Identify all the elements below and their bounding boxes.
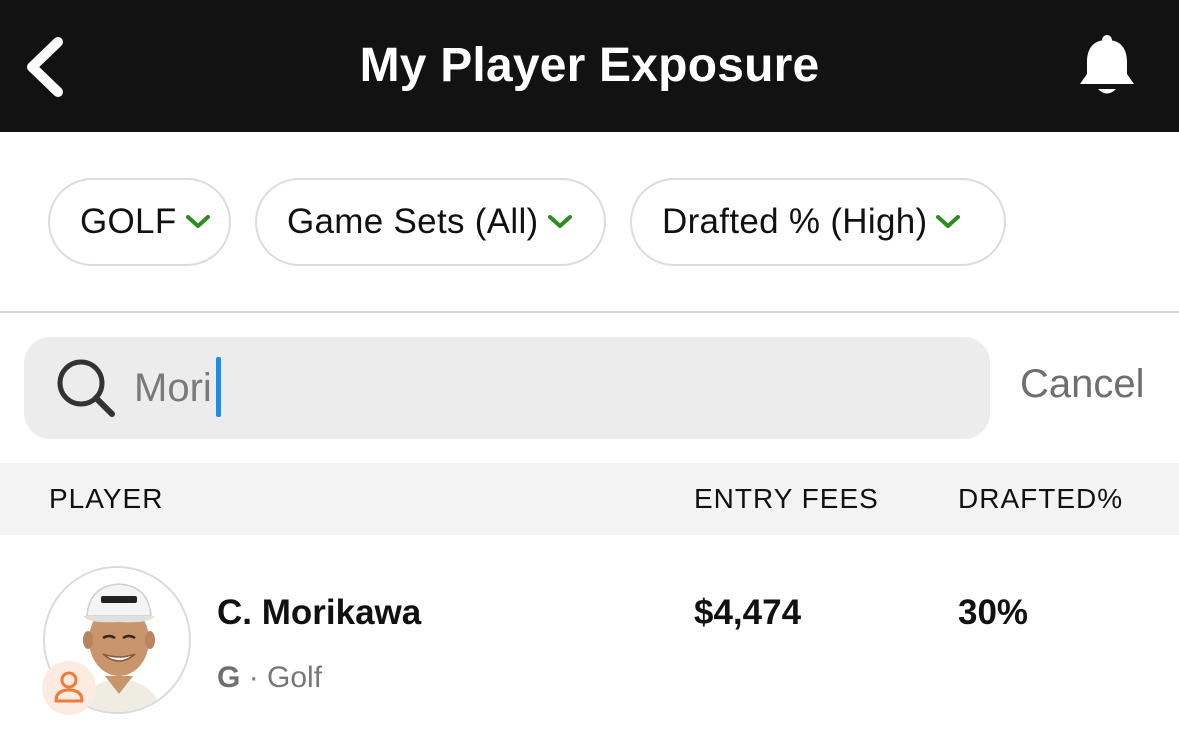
meta-separator: ·: [248, 661, 259, 694]
player-position: G: [217, 661, 241, 694]
section-divider: [0, 311, 1179, 313]
chevron-down-icon: [185, 215, 210, 228]
person-icon: [54, 671, 84, 703]
text-cursor: [216, 357, 221, 417]
sort-dropdown[interactable]: Drafted % (High): [630, 178, 1006, 266]
game-sets-filter-label: Game Sets (All): [287, 202, 539, 241]
table-header: PLAYER ENTRY FEES DRAFTED%: [0, 463, 1179, 535]
top-nav-bar: My Player Exposure: [0, 0, 1179, 132]
player-sport: Golf: [267, 661, 323, 694]
entry-fees-value: $4,474: [694, 593, 802, 632]
bell-icon: [1080, 35, 1134, 94]
sort-label: Drafted % (High): [662, 202, 928, 241]
sport-filter-dropdown[interactable]: GOLF: [48, 178, 231, 266]
game-sets-filter-dropdown[interactable]: Game Sets (All): [255, 178, 606, 266]
column-header-player: PLAYER: [49, 483, 164, 514]
chevron-down-icon: [936, 215, 961, 228]
chevron-down-icon: [547, 215, 572, 228]
search-bar[interactable]: [24, 337, 990, 439]
search-input[interactable]: [134, 357, 954, 419]
filter-bar: GOLF Game Sets (All) Drafted % (High): [0, 132, 1179, 312]
notifications-button[interactable]: [1074, 32, 1140, 100]
player-name: C. Morikawa: [217, 593, 422, 632]
cancel-button[interactable]: Cancel: [1020, 362, 1145, 407]
search-icon: [57, 359, 115, 417]
column-header-drafted: DRAFTED%: [958, 483, 1124, 514]
column-header-entry-fees: ENTRY FEES: [694, 483, 879, 514]
player-meta: G · Golf: [217, 661, 322, 695]
player-type-badge: [42, 661, 96, 715]
page-title: My Player Exposure: [359, 39, 820, 92]
sport-filter-label: GOLF: [80, 202, 177, 241]
table-row[interactable]: C. Morikawa G · Golf $4,474 30%: [0, 535, 1179, 743]
drafted-pct-value: 30%: [958, 593, 1029, 632]
